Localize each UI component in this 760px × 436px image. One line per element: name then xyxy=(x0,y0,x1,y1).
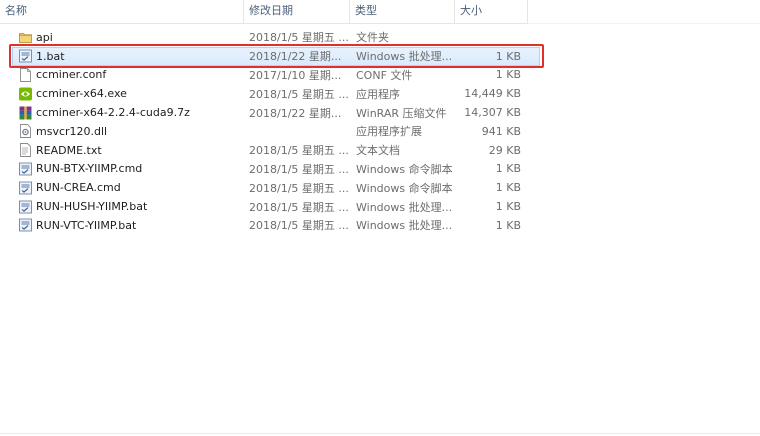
file-row-6[interactable]: msvcr120.dll 应用程序扩展 941 KB xyxy=(0,122,760,141)
nvidia-app-icon xyxy=(19,87,32,101)
bottom-divider xyxy=(0,433,760,434)
file-row-10[interactable]: RUN-HUSH-YIIMP.bat 2018/1/5 星期五 ... Wind… xyxy=(0,197,760,216)
file-name: msvcr120.dll xyxy=(36,124,108,138)
file-list: api 2018/1/5 星期五 ... 文件夹 1.bat 2018/1/22… xyxy=(0,28,760,235)
file-date: 2018/1/5 星期五 ... xyxy=(249,87,349,101)
file-explorer: ^ 名称 修改日期 类型 大小 api 2018/1/5 星期五 ... 文件夹… xyxy=(0,0,760,436)
batch-file-icon xyxy=(19,218,32,232)
file-name-cell: ccminer-x64-2.2.4-cuda9.7z xyxy=(0,106,244,120)
file-name: ccminer.conf xyxy=(36,68,107,82)
file-row-11[interactable]: RUN-VTC-YIIMP.bat 2018/1/5 星期五 ... Windo… xyxy=(0,216,760,235)
file-name: 1.bat xyxy=(36,49,65,63)
column-header-size[interactable]: 大小 xyxy=(455,0,528,24)
file-size: 1 KB xyxy=(495,181,521,195)
column-header-size-label: 大小 xyxy=(460,4,482,17)
column-header-name[interactable]: ^ 名称 xyxy=(0,0,244,24)
file-type: WinRAR 压缩文件 xyxy=(356,106,447,120)
file-size: 14,307 KB xyxy=(464,106,521,120)
file-type: 应用程序扩展 xyxy=(356,125,422,139)
file-row-8[interactable]: RUN-BTX-YIIMP.cmd 2018/1/5 星期五 ... Windo… xyxy=(0,160,760,179)
column-header-date[interactable]: 修改日期 xyxy=(244,0,350,24)
file-date: 2018/1/22 星期... xyxy=(249,106,342,120)
file-type: Windows 批处理... xyxy=(356,50,453,64)
file-name: RUN-VTC-YIIMP.bat xyxy=(36,218,137,232)
file-size: 14,449 KB xyxy=(464,87,521,101)
file-type: 文本文档 xyxy=(356,144,400,158)
file-row-4[interactable]: ccminer-x64.exe 2018/1/5 星期五 ... 应用程序 14… xyxy=(0,84,760,103)
file-name: RUN-BTX-YIIMP.cmd xyxy=(36,162,143,176)
file-name-cell: RUN-VTC-YIIMP.bat xyxy=(0,218,244,232)
file-date: 2018/1/22 星期... xyxy=(249,50,342,64)
file-name-cell: RUN-CREA.cmd xyxy=(0,181,244,195)
file-type: CONF 文件 xyxy=(356,68,413,82)
file-date: 2017/1/10 星期... xyxy=(249,68,342,82)
column-header-name-label: 名称 xyxy=(5,4,27,17)
file-name-cell: README.txt xyxy=(0,143,244,158)
file-name-cell: api xyxy=(0,30,244,44)
file-size: 1 KB xyxy=(495,218,521,232)
file-size: 1 KB xyxy=(495,49,521,63)
sort-ascending-icon: ^ xyxy=(121,0,128,4)
file-type: 文件夹 xyxy=(356,31,389,45)
column-header-type[interactable]: 类型 xyxy=(350,0,455,24)
file-name: ccminer-x64.exe xyxy=(36,87,127,101)
file-date: 2018/1/5 星期五 ... xyxy=(249,200,349,214)
file-name: ccminer-x64-2.2.4-cuda9.7z xyxy=(36,106,190,120)
dll-file-icon xyxy=(19,124,32,139)
column-header-type-label: 类型 xyxy=(355,4,377,17)
winrar-archive-icon xyxy=(19,106,32,120)
file-type: Windows 命令脚本 xyxy=(356,162,453,176)
file-name-cell: RUN-HUSH-YIIMP.bat xyxy=(0,200,244,214)
file-row-2[interactable]: 1.bat 2018/1/22 星期... Windows 批处理... 1 K… xyxy=(12,46,540,66)
file-name: api xyxy=(36,30,53,44)
file-type: 应用程序 xyxy=(356,87,400,101)
file-row-3[interactable]: ccminer.conf 2017/1/10 星期... CONF 文件 1 K… xyxy=(0,66,760,85)
file-date: 2018/1/5 星期五 ... xyxy=(249,181,349,195)
column-header-filler xyxy=(528,0,760,24)
file-name-cell: ccminer.conf xyxy=(0,68,244,82)
file-name-cell: 1.bat xyxy=(12,49,244,63)
file-row-1[interactable]: api 2018/1/5 星期五 ... 文件夹 xyxy=(0,28,760,47)
file-name-cell: ccminer-x64.exe xyxy=(0,87,244,101)
folder-icon xyxy=(19,30,32,44)
file-name-cell: RUN-BTX-YIIMP.cmd xyxy=(0,162,244,176)
file-size: 29 KB xyxy=(488,143,521,157)
file-size: 1 KB xyxy=(495,162,521,176)
batch-file-icon xyxy=(19,200,32,214)
file-date: 2018/1/5 星期五 ... xyxy=(249,219,349,233)
file-date: 2018/1/5 星期五 ... xyxy=(249,144,349,158)
batch-file-icon xyxy=(19,49,32,63)
file-type: Windows 批处理... xyxy=(356,219,453,233)
column-header: ^ 名称 修改日期 类型 大小 xyxy=(0,0,760,24)
text-file-icon xyxy=(19,143,32,158)
file-row-5[interactable]: ccminer-x64-2.2.4-cuda9.7z 2018/1/22 星期.… xyxy=(0,103,760,122)
file-type: Windows 批处理... xyxy=(356,200,453,214)
file-date: 2018/1/5 星期五 ... xyxy=(249,162,349,176)
file-name: README.txt xyxy=(36,143,102,157)
file-name: RUN-CREA.cmd xyxy=(36,181,121,195)
file-name-cell: msvcr120.dll xyxy=(0,124,244,139)
cmd-script-icon xyxy=(19,162,32,176)
file-date: 2018/1/5 星期五 ... xyxy=(249,31,349,45)
file-name: RUN-HUSH-YIIMP.bat xyxy=(36,200,148,214)
file-size: 941 KB xyxy=(481,124,521,138)
file-row-7[interactable]: README.txt 2018/1/5 星期五 ... 文本文档 29 KB xyxy=(0,141,760,160)
cmd-script-icon xyxy=(19,181,32,195)
column-header-date-label: 修改日期 xyxy=(249,4,293,17)
file-row-9[interactable]: RUN-CREA.cmd 2018/1/5 星期五 ... Windows 命令… xyxy=(0,178,760,197)
file-type: Windows 命令脚本 xyxy=(356,181,453,195)
blank-file-icon xyxy=(19,68,32,82)
file-size: 1 KB xyxy=(495,68,521,82)
file-size: 1 KB xyxy=(495,200,521,214)
